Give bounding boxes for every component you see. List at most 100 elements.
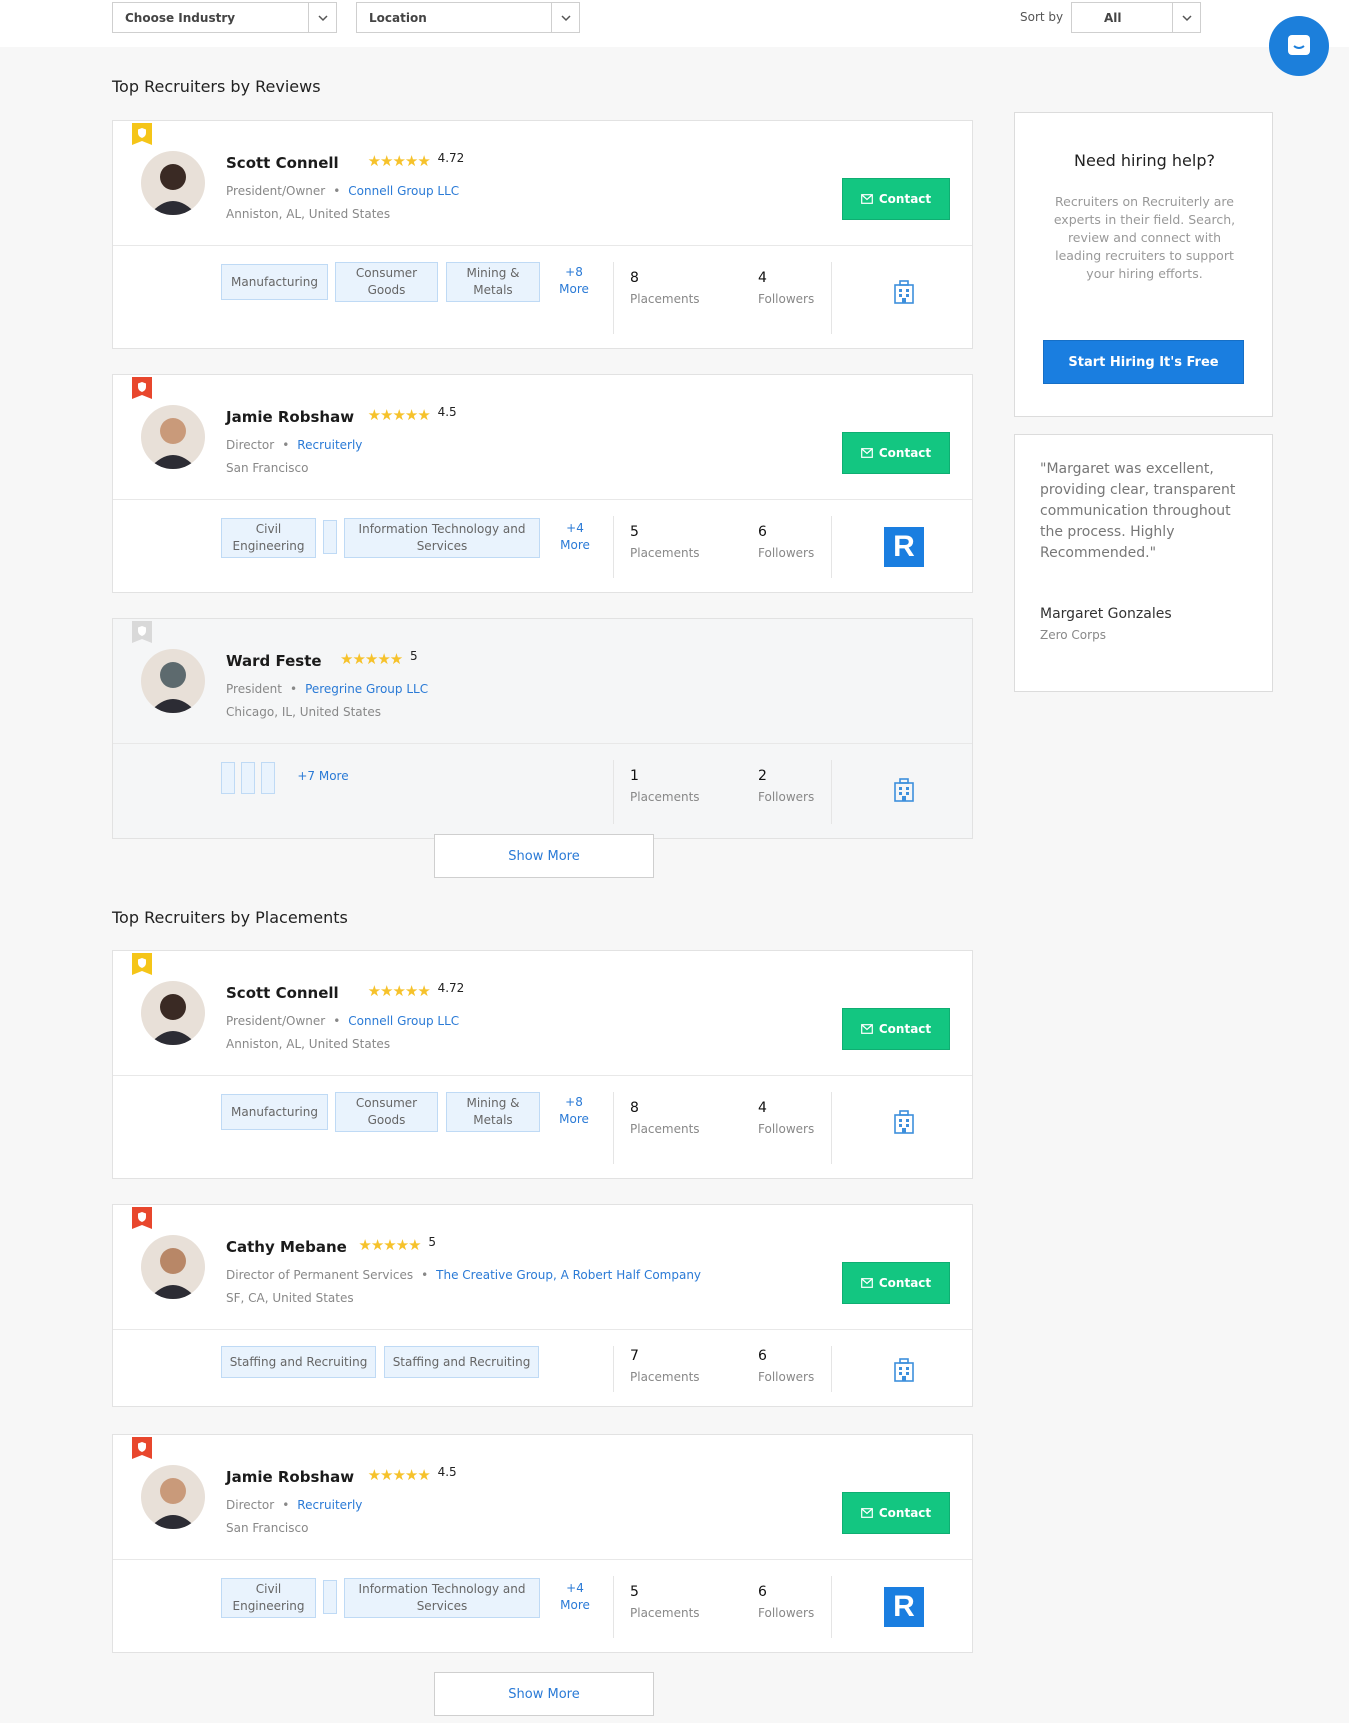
industry-tag[interactable]: Manufacturing (221, 264, 328, 300)
contact-button[interactable]: Contact (842, 432, 950, 474)
company-link[interactable]: Connell Group LLC (348, 184, 459, 198)
recruiter-card[interactable]: Cathy Mebane ★★★★★ 5 Director of Permanent … (112, 1204, 973, 1407)
avatar[interactable] (141, 405, 205, 469)
more-tags-link[interactable]: +7 More (288, 768, 358, 785)
company-link[interactable]: Recruiterly (297, 438, 362, 452)
divider (613, 516, 614, 578)
divider (613, 1346, 614, 1392)
industry-tag[interactable]: Civil Engineering (221, 1578, 316, 1618)
chevron-down-icon (308, 3, 336, 32)
shield-badge-icon (132, 1207, 152, 1229)
industry-tag[interactable]: Staffing and Recruiting (384, 1346, 539, 1378)
followers-count: 4 (758, 1100, 767, 1116)
recruiter-name[interactable]: Cathy Mebane (226, 1238, 347, 1256)
recruiter-card[interactable]: Scott Connell ★★★★★ 4.72 President/Owner • Co… (112, 950, 973, 1179)
more-tags-link[interactable]: +4 More (554, 1580, 596, 1614)
avatar[interactable] (141, 1235, 205, 1299)
testimonial-panel: "Margaret was excellent, providing clear… (1014, 434, 1273, 692)
recruiter-name[interactable]: Jamie Robshaw (226, 1468, 354, 1486)
company-link[interactable]: The Creative Group, A Robert Half Compan… (436, 1268, 701, 1282)
building-icon[interactable] (891, 279, 917, 305)
followers-label: Followers (758, 292, 815, 306)
recruiter-card[interactable]: Scott Connell ★★★★★ 4.72 President/Owner • Co… (112, 120, 973, 349)
recruiter-card[interactable]: Jamie Robshaw ★★★★★ 4.5 Director • Recruiterl… (112, 1434, 973, 1653)
rating-value: 5 (410, 649, 418, 663)
recruiter-card-header: Scott Connell ★★★★★ 4.72 President/Owner • Co… (113, 121, 972, 246)
show-more-button[interactable]: Show More (434, 1672, 654, 1716)
recruiter-location: San Francisco (226, 1521, 309, 1535)
sort-label: Sort by (1020, 10, 1064, 24)
avatar[interactable] (141, 151, 205, 215)
role-line: President/Owner • Connell Group LLC (226, 184, 459, 198)
followers-count: 6 (758, 524, 767, 540)
placements-label: Placements (630, 292, 700, 306)
recruiter-card-stats: +7 More 1 Placements 2 Followers (113, 744, 972, 840)
recruiter-card-header: Ward Feste ★★★★★ 5 President • Peregrine Grou… (113, 619, 972, 744)
recruiter-card[interactable]: Jamie Robshaw ★★★★★ 4.5 Director • Recruiterl… (112, 374, 973, 593)
company-link[interactable]: Peregrine Group LLC (305, 682, 428, 696)
company-link[interactable]: Recruiterly (297, 1498, 362, 1512)
building-icon[interactable] (891, 1109, 917, 1135)
industry-tag[interactable] (241, 762, 255, 794)
role-line: Director of Permanent Services • The Creat… (226, 1268, 701, 1282)
location-select[interactable]: Location (356, 2, 580, 33)
recruiter-card[interactable]: Ward Feste ★★★★★ 5 President • Peregrine Grou… (112, 618, 973, 839)
industry-tag[interactable] (221, 762, 235, 794)
divider (831, 516, 832, 578)
testimonial-quote: "Margaret was excellent, providing clear… (1040, 461, 1236, 561)
industry-tag[interactable]: Civil Engineering (221, 518, 316, 558)
industry-tag[interactable]: Consumer Goods (335, 262, 438, 302)
industry-tag[interactable]: Information Technology and Services (344, 518, 540, 558)
contact-label: Contact (878, 1276, 932, 1290)
company-logo[interactable]: R (884, 1587, 924, 1627)
industry-tag[interactable]: Mining & Metals (446, 262, 540, 302)
separator-dot: • (333, 1014, 341, 1028)
industry-tag[interactable] (261, 762, 275, 794)
avatar[interactable] (141, 1465, 205, 1529)
avatar[interactable] (141, 981, 205, 1045)
recruiter-card-stats: Staffing and Recruiting Staffing and Recr… (113, 1330, 972, 1408)
industry-tag[interactable] (323, 1580, 337, 1614)
building-icon[interactable] (891, 1357, 917, 1383)
divider (831, 1576, 832, 1638)
more-tags-link[interactable]: +4 More (554, 520, 596, 554)
industry-select[interactable]: Choose Industry (112, 2, 337, 33)
show-more-button[interactable]: Show More (434, 834, 654, 878)
separator-dot: • (282, 1498, 290, 1512)
more-tags-link[interactable]: +8 More (553, 1094, 595, 1128)
building-icon[interactable] (891, 777, 917, 803)
avatar[interactable] (141, 649, 205, 713)
contact-button[interactable]: Contact (842, 1492, 950, 1534)
industry-tag[interactable] (323, 520, 337, 554)
shield-badge-icon (132, 377, 152, 399)
industry-tag[interactable]: Consumer Goods (335, 1092, 438, 1132)
industry-tag[interactable]: Mining & Metals (446, 1092, 540, 1132)
start-hiring-button[interactable]: Start Hiring It's Free (1043, 340, 1244, 384)
contact-button[interactable]: Contact (842, 1008, 950, 1050)
industry-tag[interactable]: Manufacturing (221, 1094, 328, 1130)
recruiter-name[interactable]: Jamie Robshaw (226, 408, 354, 426)
mail-icon (860, 448, 873, 458)
rating-value: 4.5 (437, 405, 457, 419)
more-tags-link[interactable]: +8 More (553, 264, 595, 298)
chat-button[interactable] (1269, 16, 1329, 76)
followers-count: 6 (758, 1584, 767, 1600)
followers-label: Followers (758, 1370, 815, 1384)
contact-label: Contact (878, 1506, 932, 1520)
recruiter-name[interactable]: Scott Connell (226, 154, 339, 172)
industry-tag[interactable]: Staffing and Recruiting (221, 1346, 376, 1378)
contact-button[interactable]: Contact (842, 178, 950, 220)
recruiter-name[interactable]: Ward Feste (226, 652, 322, 670)
section-title-reviews: Top Recruiters by Reviews (112, 77, 321, 96)
mail-icon (860, 1278, 873, 1288)
placements-label: Placements (630, 546, 700, 560)
contact-button[interactable]: Contact (842, 1262, 950, 1304)
sort-select[interactable]: All (1071, 2, 1201, 33)
industry-tag[interactable]: Information Technology and Services (344, 1578, 540, 1618)
recruiter-card-stats: Manufacturing Consumer Goods Mining & Meta… (113, 246, 972, 350)
divider (831, 1346, 832, 1392)
company-link[interactable]: Connell Group LLC (348, 1014, 459, 1028)
recruiter-name[interactable]: Scott Connell (226, 984, 339, 1002)
chevron-down-icon (1172, 3, 1200, 32)
company-logo[interactable]: R (884, 527, 924, 567)
